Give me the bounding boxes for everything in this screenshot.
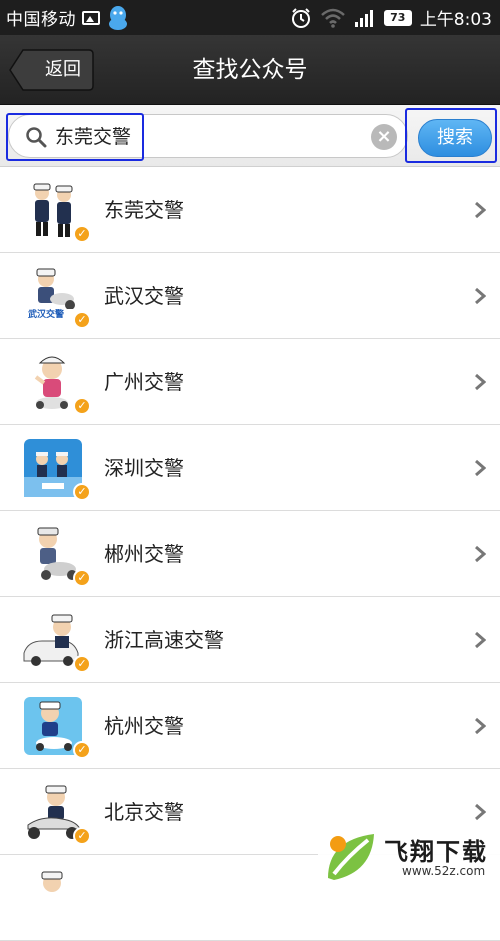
leaf-logo-icon [328, 834, 374, 880]
result-name: 东莞交警 [104, 198, 184, 222]
list-item[interactable]: ✓ 杭州交警 [0, 683, 500, 769]
result-name: 郴州交警 [104, 542, 184, 566]
verified-badge-icon: ✓ [73, 569, 91, 587]
nav-bar: 返回 查找公众号 [0, 35, 500, 105]
clear-icon[interactable]: × [371, 124, 397, 150]
qq-penguin-icon [109, 5, 127, 30]
chevron-right-icon [475, 201, 486, 219]
chevron-right-icon [475, 459, 486, 477]
carrier-name: 中国移动 [6, 10, 76, 30]
chevron-right-icon [475, 631, 486, 649]
status-bar: 中国移动 73 上午8:03 [0, 0, 500, 35]
alarm-clock-icon [291, 7, 310, 28]
verified-badge-icon: ✓ [73, 483, 91, 501]
search-row: 东莞交警 × 搜索 [0, 105, 500, 167]
result-name: 武汉交警 [104, 284, 184, 308]
list-item[interactable]: ✓ 郴州交警 [0, 511, 500, 597]
search-query-text: 东莞交警 [55, 126, 132, 148]
watermark-url: www.52z.com [402, 864, 486, 878]
chevron-right-icon [475, 287, 486, 305]
result-name: 杭州交警 [104, 714, 184, 738]
list-item[interactable]: 武汉交警 ✓ 武汉交警 [0, 253, 500, 339]
result-name: 广州交警 [104, 370, 184, 394]
result-list: ✓ 东莞交警 武汉交警 ✓ 武汉交警 ✓ 广州交警 ✓ 深圳交警 ✓ 郴州交警 … [0, 167, 500, 941]
list-item[interactable]: ✓ 东莞交警 [0, 167, 500, 253]
traffic-police-avatar-icon [22, 867, 84, 929]
watermark-brand: 飞翔下载 [384, 838, 488, 866]
result-name: 浙江高速交警 [104, 628, 224, 652]
back-button[interactable]: 返回 [9, 49, 94, 91]
signal-icon [354, 9, 373, 27]
verified-badge-icon: ✓ [73, 655, 91, 673]
watermark: 飞翔下载 www.52z.com [318, 826, 500, 888]
chevron-right-icon [475, 717, 486, 735]
image-notification-icon [82, 10, 100, 25]
result-name: 深圳交警 [104, 456, 184, 480]
verified-badge-icon: ✓ [73, 225, 91, 243]
list-item[interactable]: ✓ 浙江高速交警 [0, 597, 500, 683]
battery-level: 73 [383, 9, 412, 26]
chevron-right-icon [475, 545, 486, 563]
result-name: 北京交警 [104, 800, 184, 824]
svg-text:武汉交警: 武汉交警 [28, 308, 64, 320]
list-item[interactable]: ✓ 广州交警 [0, 339, 500, 425]
verified-badge-icon: ✓ [73, 311, 91, 329]
chevron-right-icon [475, 373, 486, 391]
search-input[interactable]: 东莞交警 × [8, 114, 408, 158]
wifi-icon [320, 8, 345, 28]
verified-badge-icon: ✓ [73, 741, 91, 759]
search-button[interactable]: 搜索 [418, 119, 492, 157]
back-label: 返回 [45, 59, 81, 80]
search-icon [26, 127, 47, 148]
chevron-right-icon [475, 803, 486, 821]
list-item[interactable]: ✓ 深圳交警 [0, 425, 500, 511]
verified-badge-icon: ✓ [73, 397, 91, 415]
verified-badge-icon: ✓ [73, 827, 91, 845]
status-time: 上午8:03 [419, 10, 492, 30]
